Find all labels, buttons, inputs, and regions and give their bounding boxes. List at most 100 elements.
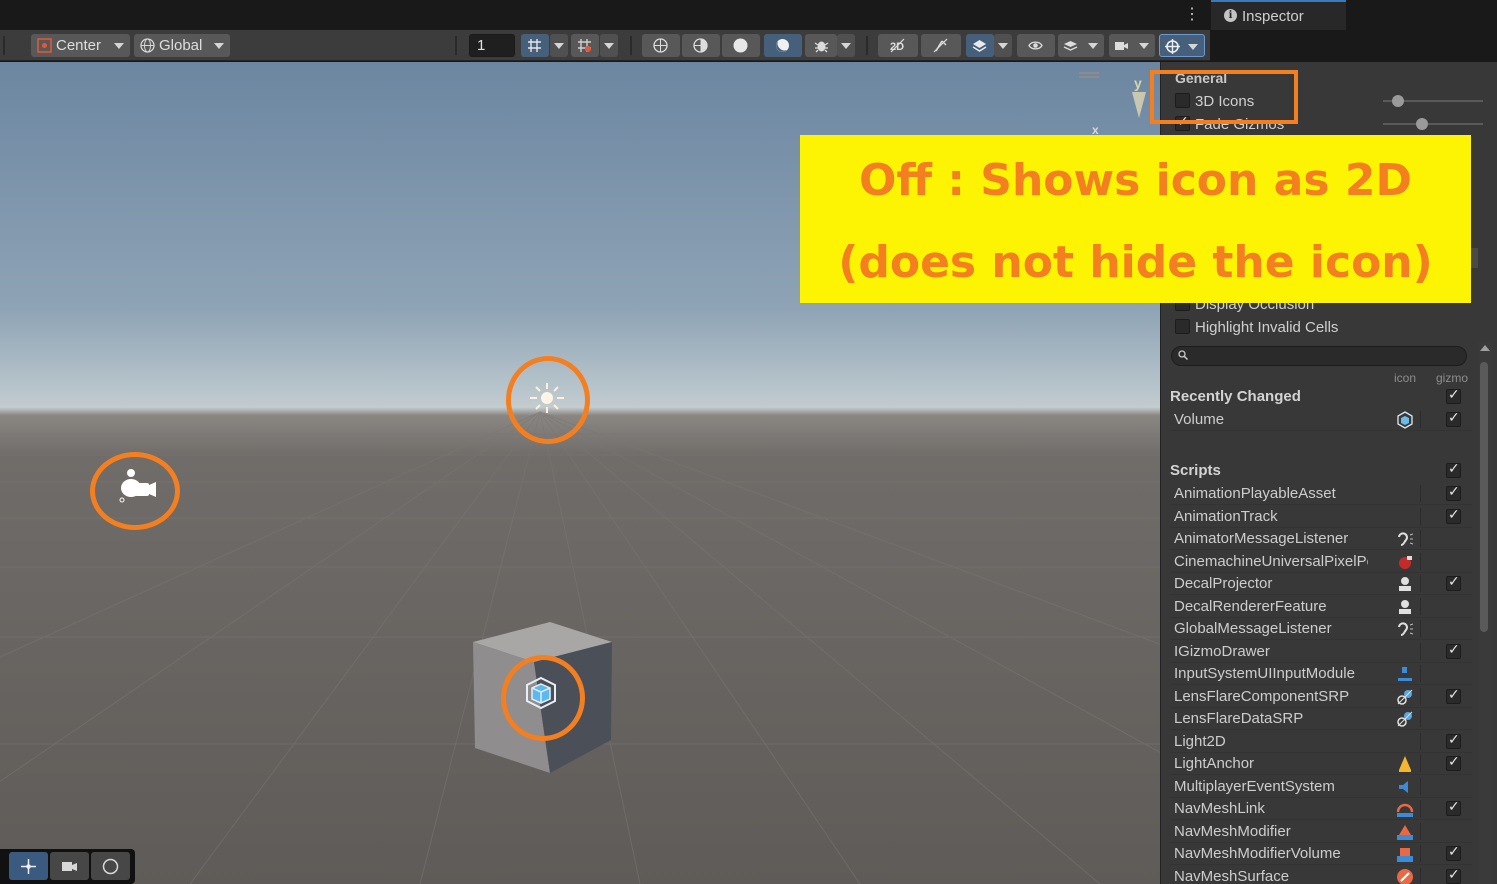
list-item[interactable]: NavMeshSurface — [1170, 866, 1472, 884]
gizmo-checkbox[interactable] — [1446, 732, 1461, 749]
scripts-gizmo-checkbox[interactable] — [1446, 461, 1461, 478]
gizmo-checkbox[interactable] — [1446, 484, 1461, 501]
gizmo-icon — [1165, 39, 1180, 54]
increment-snap-dropdown[interactable] — [600, 34, 618, 57]
list-item[interactable]: Light2D — [1170, 731, 1472, 753]
icon-size-slider-handle[interactable] — [1392, 95, 1404, 107]
shaded-button[interactable] — [722, 34, 760, 57]
list-item[interactable]: DecalProjector — [1170, 573, 1472, 595]
list-item-name: LightAnchor — [1174, 755, 1255, 772]
gizmo-checkbox[interactable] — [1446, 687, 1461, 704]
gizmo-checkbox[interactable] — [1446, 844, 1461, 861]
list-item[interactable]: Volume — [1170, 409, 1472, 431]
gizmo-checkbox[interactable] — [1446, 642, 1461, 659]
annotation-circle-light — [506, 356, 590, 444]
drag-handle-icon[interactable] — [1079, 72, 1099, 78]
shaded-wire-sphere-icon — [693, 38, 708, 53]
list-item[interactable]: LensFlareComponentSRP — [1170, 686, 1472, 708]
grid-snap-button[interactable] — [521, 34, 549, 57]
light-anchor-icon[interactable] — [1396, 755, 1414, 773]
scrollbar-thumb[interactable] — [1480, 362, 1488, 632]
volume-cube-icon[interactable] — [1396, 411, 1414, 429]
list-item[interactable]: NavMeshModifier — [1170, 821, 1472, 843]
pivot-rotation-dropdown[interactable]: Global — [134, 34, 230, 57]
lens-flare-icon[interactable] — [1396, 710, 1414, 728]
wireframe-shading-button[interactable] — [642, 34, 680, 57]
event-system-icon[interactable] — [1396, 778, 1414, 796]
fade-gizmos-slider[interactable] — [1383, 123, 1483, 125]
icon-cell-empty[interactable] — [1396, 733, 1414, 751]
search-icon — [1178, 350, 1188, 360]
lens-flare-icon[interactable] — [1396, 688, 1414, 706]
input-module-icon[interactable] — [1396, 665, 1414, 683]
column-divider — [1420, 687, 1421, 705]
y-axis-cone[interactable] — [1132, 92, 1146, 118]
navmesh-surface-icon[interactable] — [1396, 868, 1414, 884]
navigation-overlay-button[interactable] — [91, 852, 130, 880]
fade-gizmos-slider-handle[interactable] — [1416, 118, 1428, 130]
grid-increment-field[interactable]: 1 — [469, 34, 515, 57]
navmesh-volume-icon[interactable] — [1396, 845, 1414, 863]
list-item[interactable]: DecalRendererFeature — [1170, 596, 1472, 618]
unlit-button[interactable] — [764, 34, 802, 57]
gizmo-checkbox[interactable] — [1446, 507, 1461, 524]
list-item[interactable]: CinemachineUniversalPixelPerfect — [1170, 551, 1472, 573]
panel-scrollbar[interactable] — [1478, 342, 1492, 884]
scroll-up-icon[interactable] — [1480, 345, 1490, 351]
list-item[interactable]: AnimatorMessageListener — [1170, 528, 1472, 550]
gizmo-checkbox[interactable] — [1446, 754, 1461, 771]
list-item[interactable]: AnimationTrack — [1170, 506, 1472, 528]
shaded-wireframe-button[interactable] — [682, 34, 720, 57]
gizmo-checkbox[interactable] — [1446, 799, 1461, 816]
annotation-circle-cube — [501, 655, 585, 741]
2d-mode-button[interactable]: 2D — [878, 34, 918, 57]
gizmo-checkbox[interactable] — [1446, 410, 1461, 427]
list-item[interactable]: NavMeshModifierVolume — [1170, 843, 1472, 865]
lighting-toggle-button[interactable] — [921, 34, 961, 57]
list-item-name: NavMeshModifier — [1174, 822, 1291, 840]
tab-inspector[interactable]: i Inspector — [1211, 0, 1346, 30]
camera-icon — [1115, 42, 1128, 50]
camera-settings-dropdown[interactable] — [1109, 34, 1155, 57]
gizmos-dropdown[interactable] — [1159, 34, 1205, 57]
list-item-name: NavMeshModifierVolume — [1174, 845, 1341, 862]
scene-visibility-button[interactable] — [966, 34, 994, 57]
stack-icon — [1063, 41, 1078, 51]
camera-overlay-button[interactable] — [50, 852, 89, 880]
list-item[interactable]: IGizmoDrawer — [1170, 641, 1472, 663]
list-item[interactable]: AnimationPlayableAsset — [1170, 483, 1472, 505]
more-options-icon[interactable]: ⋮ — [1183, 5, 1201, 25]
gizmo-search-input[interactable] — [1171, 346, 1467, 366]
highlight-invalid-cells-checkbox[interactable] — [1175, 319, 1190, 334]
icon-cell-empty[interactable] — [1396, 643, 1414, 661]
debug-draw-mode-dropdown[interactable] — [837, 34, 855, 57]
grid-snap-dropdown[interactable] — [550, 34, 568, 57]
decal-icon[interactable] — [1396, 575, 1414, 593]
scene-view-layers-dropdown[interactable] — [1058, 34, 1104, 57]
increment-snap-button[interactable] — [571, 34, 599, 57]
list-item[interactable]: GlobalMessageListener — [1170, 618, 1472, 640]
debug-draw-mode-button[interactable] — [805, 34, 837, 57]
gizmo-checkbox[interactable] — [1446, 867, 1461, 884]
icon-cell-empty[interactable] — [1396, 485, 1414, 503]
column-divider — [1420, 642, 1421, 660]
move-tool-button[interactable] — [9, 852, 48, 880]
list-item[interactable]: MultiplayerEventSystem — [1170, 776, 1472, 798]
ear-icon[interactable] — [1396, 530, 1414, 548]
hidden-objects-toggle[interactable] — [1017, 34, 1055, 57]
recently-changed-gizmo-checkbox[interactable] — [1446, 387, 1461, 404]
navmesh-modifier-icon[interactable] — [1396, 823, 1414, 841]
pivot-mode-dropdown[interactable]: Center — [31, 34, 130, 57]
gizmo-checkbox[interactable] — [1446, 574, 1461, 591]
red-camera-icon[interactable] — [1396, 553, 1414, 571]
list-item[interactable]: LensFlareDataSRP — [1170, 708, 1472, 730]
navmesh-link-icon[interactable] — [1396, 800, 1414, 818]
scene-visibility-dropdown[interactable] — [994, 34, 1012, 57]
list-item[interactable]: InputSystemUIInputModule — [1170, 663, 1472, 685]
eye-icon — [1028, 41, 1043, 50]
list-item[interactable]: NavMeshLink — [1170, 798, 1472, 820]
ear-icon[interactable] — [1396, 620, 1414, 638]
list-item[interactable]: LightAnchor — [1170, 753, 1472, 775]
icon-cell-empty[interactable] — [1396, 508, 1414, 526]
decal-icon[interactable] — [1396, 598, 1414, 616]
